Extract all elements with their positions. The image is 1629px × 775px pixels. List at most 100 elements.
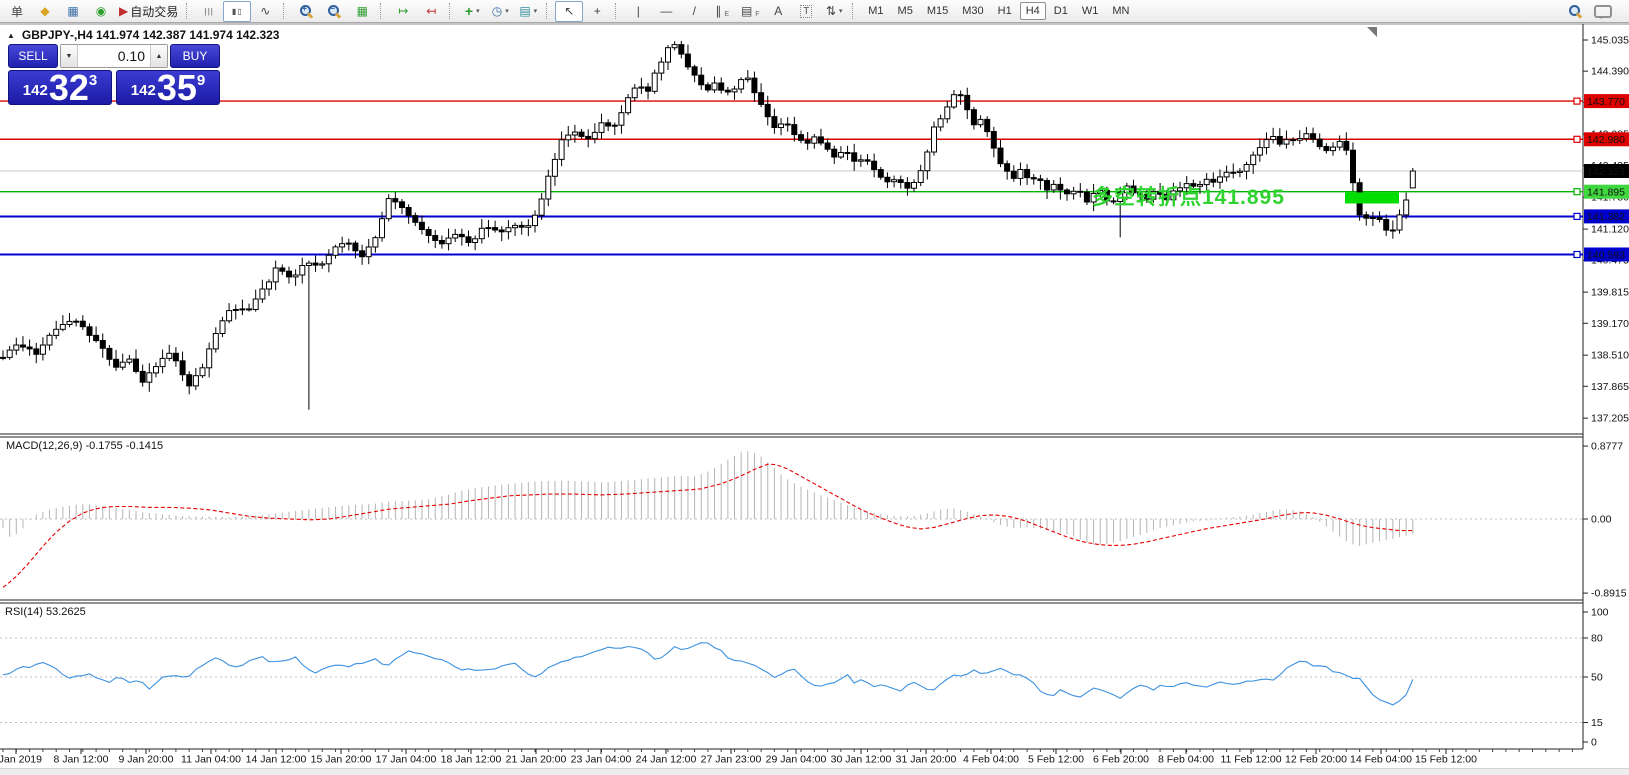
macd-indicator-label: MACD(12,26,9) -0.1755 -0.1415: [6, 440, 164, 452]
timeframe-m15[interactable]: M15: [921, 2, 954, 20]
price-tick-label: 139.815: [1591, 287, 1629, 299]
volume-input[interactable]: [78, 45, 150, 67]
crosshair-icon: +: [593, 4, 601, 18]
volume-stepper: ▼ ▲: [60, 44, 168, 68]
buy-price-tile[interactable]: 142 35 9: [116, 70, 220, 106]
auto-trading-icon: ▶: [119, 4, 129, 18]
timeframe-m30[interactable]: M30: [956, 2, 989, 20]
volume-decrease-button[interactable]: ▼: [61, 45, 78, 67]
buy-price-prefix: 142: [130, 82, 156, 99]
equidistant-channel-icon: ∥: [715, 4, 722, 18]
price-tick-label: 144.390: [1591, 66, 1629, 78]
arrows-button[interactable]: ⇅ ▾: [820, 1, 848, 22]
toolbar-separator: [380, 3, 385, 19]
hline-endpoint-marker[interactable]: [1573, 135, 1581, 143]
chart-area[interactable]: 145.035144.390143.745143.085142.435141.7…: [0, 0, 1629, 775]
periods-button[interactable]: ◷ ▾: [486, 1, 514, 22]
line-chart-button[interactable]: ∿: [251, 1, 279, 22]
crosshair-button[interactable]: +: [583, 1, 611, 22]
trendline-button[interactable]: /: [680, 1, 708, 22]
new-order-button[interactable]: 单: [3, 1, 31, 22]
text-label-icon: T: [800, 4, 813, 18]
time-tick-label: 15 Feb 12:00: [1415, 754, 1477, 766]
toolbar-separator: [449, 3, 454, 19]
signals-icon[interactable]: ◉: [87, 1, 115, 22]
market-watch-icon-icon: ◆: [40, 4, 50, 18]
time-tick-label: 18 Jan 12:00: [441, 754, 502, 766]
bar-chart-button[interactable]: |||: [195, 1, 223, 22]
timeframe-m1[interactable]: M1: [862, 2, 889, 20]
time-tick-label: 9 Jan 20:00: [119, 754, 174, 766]
search-icon[interactable]: [1569, 4, 1583, 19]
volume-increase-button[interactable]: ▲: [150, 45, 167, 67]
hline-endpoint-marker[interactable]: [1573, 212, 1581, 220]
zoom-out-button-icon: −: [327, 4, 341, 19]
price-badge-label: 143.770: [1587, 96, 1625, 108]
buy-button[interactable]: BUY: [170, 44, 220, 68]
chart-shift-button[interactable]: ↤: [417, 1, 445, 22]
sell-price-big: 32: [48, 67, 89, 108]
sell-price-prefix: 142: [22, 82, 48, 99]
text-icon: A: [774, 4, 783, 18]
navigator-icon[interactable]: ▦: [59, 1, 87, 22]
timeframe-mn[interactable]: MN: [1106, 2, 1135, 20]
auto-trading-button[interactable]: ▶ 自动交易: [115, 1, 182, 22]
time-tick-label: 30 Jan 12:00: [831, 754, 892, 766]
rsi-indicator-label: RSI(14) 53.2625: [5, 606, 86, 618]
market-watch-icon[interactable]: ◆: [31, 1, 59, 22]
periods-icon: ◷: [491, 4, 503, 18]
timeframe-w1[interactable]: W1: [1076, 2, 1105, 20]
hline-endpoint-marker[interactable]: [1573, 188, 1581, 196]
price-tick-label: 137.865: [1591, 381, 1629, 393]
price-tick-label: 137.205: [1591, 413, 1629, 425]
time-tick-label: 11 Feb 12:00: [1220, 754, 1281, 766]
bottom-strip: [0, 768, 1629, 775]
cursor-button[interactable]: ↖: [555, 0, 584, 22]
auto-scroll-icon: ↦: [398, 4, 409, 18]
vertical-line-button[interactable]: |: [624, 1, 652, 22]
rsi-line: [2, 642, 1414, 706]
sell-price-tile[interactable]: 142 32 3: [8, 67, 112, 108]
chart-title-text: GBPJPY-,H4 141.974 142.387 141.974 142.3…: [21, 28, 280, 42]
sell-button[interactable]: SELL: [8, 44, 58, 68]
time-tick-label: 17 Jan 04:00: [376, 754, 437, 766]
auto-scroll-button[interactable]: ↦: [389, 1, 417, 22]
fibonacci-button[interactable]: ▤ F: [736, 1, 764, 22]
timeframe-m5[interactable]: M5: [892, 2, 919, 20]
chat-icon[interactable]: [1594, 5, 1612, 19]
timeframe-h1[interactable]: H1: [992, 2, 1018, 20]
tile-windows-icon: ▦: [356, 4, 368, 18]
horizontal-line-button[interactable]: —: [652, 1, 680, 22]
collapse-arrow-icon[interactable]: ▲: [7, 31, 15, 40]
zoom-out-button[interactable]: −: [320, 1, 348, 22]
time-tick-label: 23 Jan 04:00: [571, 754, 632, 766]
text-button[interactable]: A: [764, 1, 792, 22]
pivot-highlight-rect[interactable]: [1345, 192, 1399, 204]
fibonacci-icon: ▤: [740, 4, 753, 18]
hline-endpoint-marker[interactable]: [1573, 250, 1581, 259]
equidistant-channel-button[interactable]: ∥ E: [708, 1, 736, 22]
timeframe-h4[interactable]: H4: [1019, 2, 1046, 20]
timeframe-d1[interactable]: D1: [1048, 2, 1074, 20]
time-tick-label: 14 Jan 12:00: [246, 754, 307, 766]
text-label-button[interactable]: T: [792, 1, 820, 22]
vertical-line-icon: |: [636, 4, 640, 18]
toolbar-right: [1569, 4, 1612, 19]
candlestick-chart-button[interactable]: ▮▯: [223, 0, 252, 22]
macd-tick-label: -0.8915: [1591, 588, 1627, 600]
rsi-tick-label: 0: [1591, 737, 1597, 749]
templates-button[interactable]: ▤ ▾: [514, 1, 542, 22]
one-click-trading-panel: SELL ▼ ▲ BUY 142323 142359: [8, 44, 220, 108]
zoom-in-button[interactable]: +: [292, 1, 320, 22]
time-tick-label: 5 Feb 12:00: [1028, 754, 1084, 766]
arrows-icon: ⇅: [825, 4, 837, 18]
chart-shift-marker-icon: [1367, 27, 1377, 37]
time-tick-label: 4 Feb 04:00: [963, 754, 1019, 766]
indicators-button[interactable]: + ▾: [458, 1, 486, 22]
price-tick-label: 145.035: [1591, 35, 1629, 47]
toolbar-separator: [615, 3, 620, 19]
hline-endpoint-marker[interactable]: [1573, 97, 1581, 105]
tile-windows-button[interactable]: ▦: [348, 1, 376, 22]
pivot-annotation-text: 多空转折点141.895: [1092, 186, 1285, 209]
price-tick-label: 138.510: [1591, 350, 1629, 362]
